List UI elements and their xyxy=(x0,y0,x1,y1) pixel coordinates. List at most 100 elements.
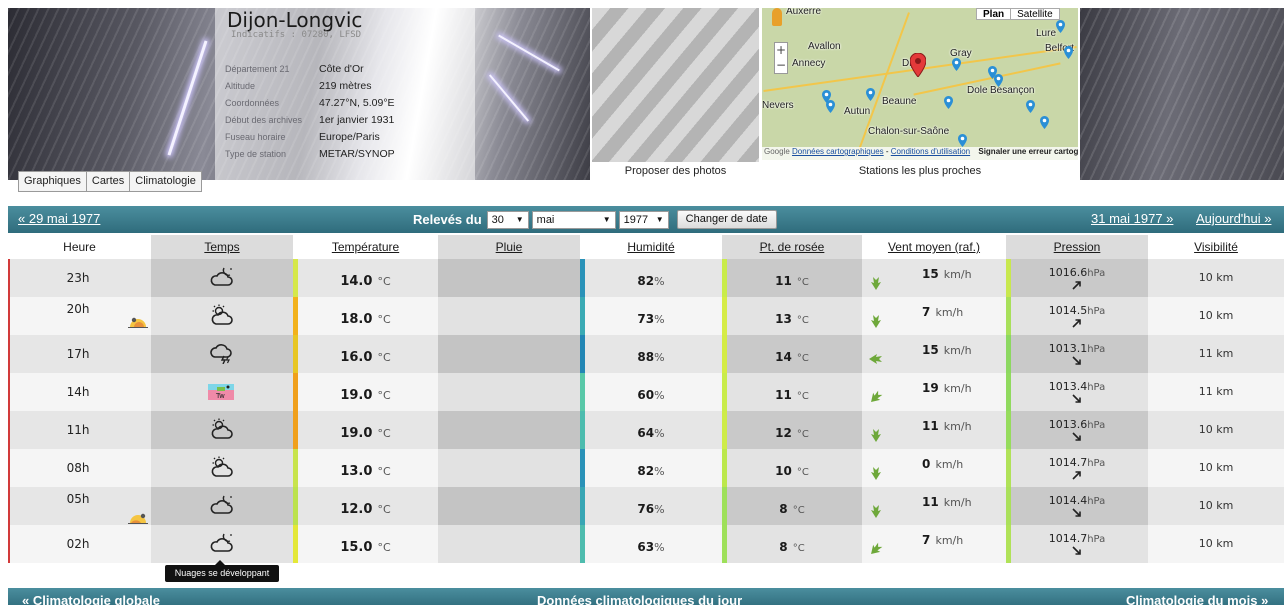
station-pin-icon[interactable] xyxy=(866,88,875,101)
station-pin-icon[interactable] xyxy=(1056,20,1065,33)
cell-temps[interactable] xyxy=(151,449,293,487)
cell-temps[interactable] xyxy=(151,335,293,373)
column-temps[interactable]: Temps xyxy=(151,235,293,259)
partly-cloudy-icon[interactable] xyxy=(210,304,234,330)
global-climatology-link[interactable]: « Climatologie globale xyxy=(22,593,160,605)
station-pin-icon[interactable] xyxy=(994,74,1003,87)
thunderstorm-map-icon[interactable]: Tw xyxy=(208,384,234,404)
wind-direction-arrow-icon xyxy=(871,390,883,402)
night-cloud-icon[interactable] xyxy=(210,266,234,292)
partly-cloudy-icon[interactable] xyxy=(210,456,234,482)
humidity-value: 73 xyxy=(637,312,655,326)
humidity-unit: % xyxy=(654,427,665,440)
column-vent[interactable]: Vent moyen (raf.) xyxy=(862,235,1006,259)
info-label: Département 21 xyxy=(225,63,290,74)
propose-photos-link[interactable]: Proposer des photos xyxy=(592,165,759,177)
photo-placeholder[interactable] xyxy=(592,8,759,162)
cell-heure: 17h xyxy=(8,335,151,373)
cell-temps[interactable] xyxy=(151,525,293,563)
cell-temps[interactable] xyxy=(151,487,293,525)
column-rosee[interactable]: Pt. de rosée xyxy=(722,235,862,259)
cell-temps[interactable]: Tw xyxy=(151,373,293,411)
partly-cloudy-icon[interactable] xyxy=(210,418,234,444)
cell-temps[interactable] xyxy=(151,297,293,335)
column-pression[interactable]: Pression xyxy=(1006,235,1148,259)
cell-temps[interactable] xyxy=(151,259,293,297)
street-view-pegman-icon[interactable] xyxy=(772,8,782,26)
map-zoom-control[interactable]: + − xyxy=(774,42,788,74)
station-pin-icon[interactable] xyxy=(944,96,953,109)
previous-day-link[interactable]: « 29 mai 1977 xyxy=(18,211,100,226)
cell-visibilite: 11 km xyxy=(1148,373,1284,411)
map-type-satellite[interactable]: Satellite xyxy=(1011,9,1059,20)
station-pin-icon[interactable] xyxy=(958,134,967,147)
chevron-down-icon: ▼ xyxy=(602,215,611,224)
cell-pluie xyxy=(438,487,580,525)
temperature-unit: °C xyxy=(377,465,391,478)
change-date-button[interactable]: Changer de date xyxy=(676,210,777,229)
cell-rosee: 10 °C xyxy=(722,449,862,487)
tab-graphiques[interactable]: Graphiques xyxy=(19,172,87,191)
storm-banner-image-right xyxy=(1080,8,1284,180)
table-row: 08h 13.0 °C 82% 10 °C 0 km/h 1014.7hPa 10 km xyxy=(8,449,1284,487)
pressure-value: 1014.7 xyxy=(1048,532,1088,545)
cell-humidite: 60% xyxy=(580,373,722,411)
current-station-pin-icon[interactable] xyxy=(910,53,926,77)
monthly-climatology-link[interactable]: Climatologie du mois » xyxy=(1126,593,1268,605)
pressure-value: 1014.4 xyxy=(1048,494,1088,507)
month-select[interactable]: mai ▼ xyxy=(531,210,616,229)
google-logo: Google xyxy=(764,147,790,156)
pressure-trend-falling-icon xyxy=(1072,432,1081,441)
tab-cartes[interactable]: Cartes xyxy=(86,172,131,191)
propose-photos-panel[interactable]: Proposer des photos xyxy=(592,8,759,180)
wind-speed-value: 15 xyxy=(922,343,939,357)
daily-climatology-label[interactable]: Données climatologiques du jour xyxy=(537,593,742,605)
cell-temperature: 19.0 °C xyxy=(293,373,438,411)
stations-map[interactable]: Auxerre Avallon Gray Lure Belfort Dijon … xyxy=(762,8,1078,160)
cell-temps[interactable] xyxy=(151,411,293,449)
cell-heure: 11h xyxy=(8,411,151,449)
cell-rosee: 14 °C xyxy=(722,335,862,373)
night-cloud-icon[interactable] xyxy=(210,532,234,558)
cell-pression: 1016.6hPa xyxy=(1006,259,1148,297)
map-data-link[interactable]: Données cartographiques xyxy=(792,147,884,156)
pressure-unit: hPa xyxy=(1087,344,1106,355)
station-pin-icon[interactable] xyxy=(952,58,961,71)
station-pin-icon[interactable] xyxy=(826,100,835,113)
dewpoint-value: 12 xyxy=(775,426,792,440)
today-link[interactable]: Aujourd'hui » xyxy=(1196,211,1271,226)
column-humidite[interactable]: Humidité xyxy=(580,235,722,259)
station-pin-icon[interactable] xyxy=(1026,100,1035,113)
map-type-plan[interactable]: Plan xyxy=(977,9,1012,20)
humidity-value: 88 xyxy=(637,350,655,364)
column-pluie[interactable]: Pluie xyxy=(438,235,580,259)
zoom-in-button[interactable]: + xyxy=(775,43,787,58)
cell-pression: 1013.6hPa xyxy=(1006,411,1148,449)
hour-value: 11h xyxy=(66,423,90,437)
nearby-stations-label[interactable]: Stations les plus proches xyxy=(762,165,1078,177)
cell-temperature: 15.0 °C xyxy=(293,525,438,563)
tab-climatologie[interactable]: Climatologie xyxy=(130,172,201,191)
column-visibilite[interactable]: Visibilité xyxy=(1148,235,1284,259)
column-temperature[interactable]: Température xyxy=(293,235,438,259)
day-select[interactable]: 30 ▼ xyxy=(486,210,529,229)
zoom-out-button[interactable]: − xyxy=(775,58,787,73)
thunder-cloud-icon[interactable] xyxy=(210,342,234,368)
map-report-error-link[interactable]: Signaler une erreur cartographique xyxy=(978,147,1078,156)
station-tabs: Graphiques Cartes Climatologie xyxy=(18,171,202,192)
next-day-link[interactable]: 31 mai 1977 » xyxy=(1091,211,1173,226)
humidity-unit: % xyxy=(654,389,665,402)
cell-rosee: 11 °C xyxy=(722,373,862,411)
station-pin-icon[interactable] xyxy=(1064,46,1073,59)
cell-vent: 0 km/h xyxy=(862,449,1006,487)
night-cloud-icon[interactable] xyxy=(210,494,234,520)
info-value: 219 mètres xyxy=(319,79,372,92)
month-value: mai xyxy=(536,213,555,226)
station-pin-icon[interactable] xyxy=(1040,116,1049,129)
cell-visibilite: 10 km xyxy=(1148,525,1284,563)
temperature-value: 19.0 xyxy=(340,388,373,403)
map-terms-link[interactable]: Conditions d'utilisation xyxy=(891,147,970,156)
map-footer: Google Données cartographiques - Conditi… xyxy=(762,147,1078,160)
year-select[interactable]: 1977 ▼ xyxy=(618,210,669,229)
cell-visibilite: 10 km xyxy=(1148,297,1284,335)
